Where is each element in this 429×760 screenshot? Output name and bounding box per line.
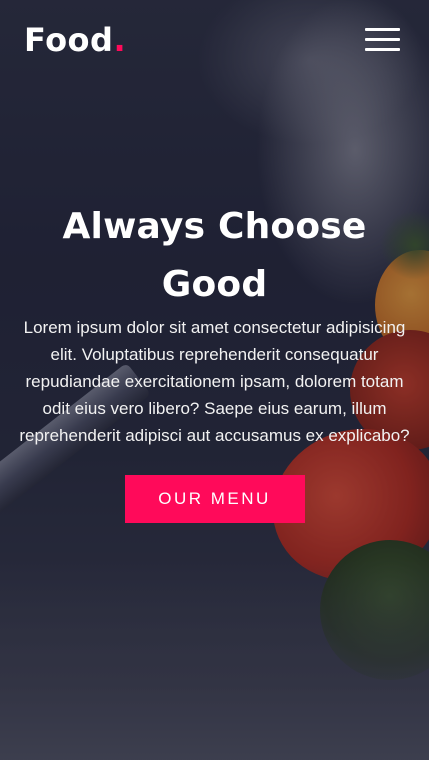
hero-headline: Always Choose Good: [62, 206, 367, 305]
our-menu-button[interactable]: OUR MENU: [124, 475, 305, 523]
menu-bar: [365, 48, 400, 51]
hamburger-menu-icon[interactable]: [365, 27, 401, 53]
hero-description: Lorem ipsum dolor sit amet consectetur a…: [19, 318, 410, 445]
logo-text: Food: [24, 21, 114, 59]
logo[interactable]: Food.: [24, 20, 126, 60]
logo-dot: .: [113, 21, 127, 59]
hero-section: Food. Always Choose Good Lorem ipsum dol…: [0, 0, 429, 760]
site-header: Food.: [0, 0, 429, 80]
menu-bar: [365, 38, 400, 41]
menu-bar: [365, 28, 400, 31]
hero-content: Always Choose Good Lorem ipsum dolor sit…: [16, 198, 413, 523]
